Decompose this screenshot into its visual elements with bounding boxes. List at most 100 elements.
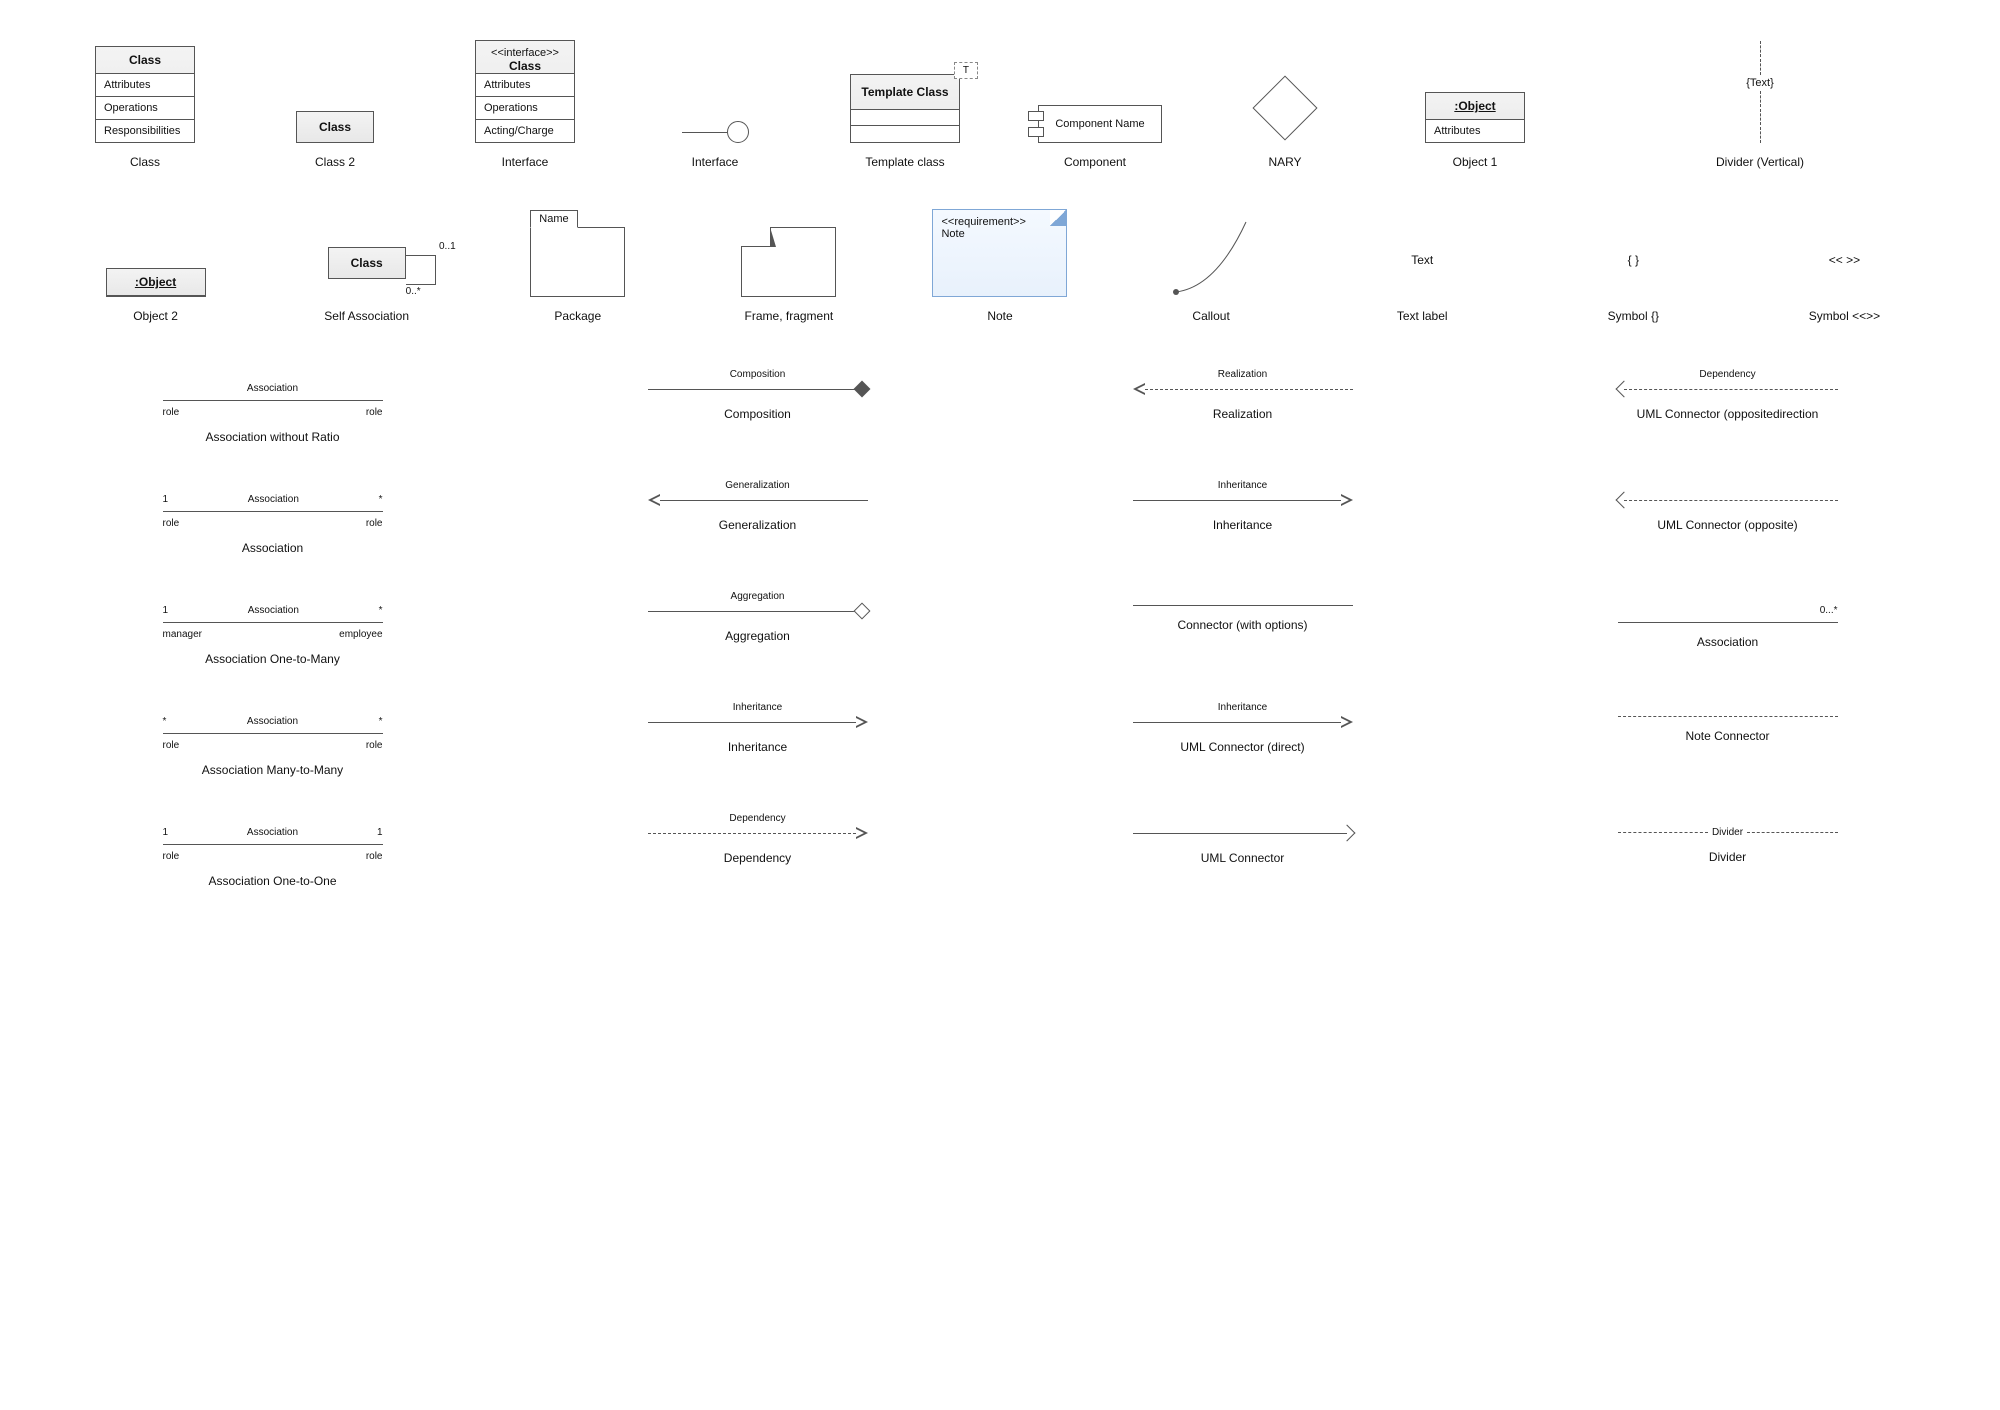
self-assoc-title: Class: [328, 247, 406, 279]
class2-title: Class: [296, 111, 374, 143]
template-param: T: [954, 62, 978, 79]
caption: Component: [1064, 155, 1126, 169]
template-title: Template Class: [851, 75, 959, 110]
uml-template-class[interactable]: Template Class T Template class: [820, 74, 990, 169]
class-row: Attributes: [96, 74, 194, 97]
uml-package[interactable]: Name Package: [482, 209, 673, 323]
connector-uml-connector-opposite-[interactable]: UML Connector (opposite): [1515, 494, 1940, 555]
caption: Inheritance: [728, 740, 787, 754]
connector-dependency[interactable]: DependencyDependency: [545, 827, 970, 888]
component-lug-icon: [1028, 111, 1044, 121]
caption: Divider: [1709, 850, 1746, 864]
connector-connector-with-options-[interactable]: Connector (with options): [1030, 605, 1455, 666]
caption: Association One-to-One: [208, 874, 336, 888]
object-row: Attributes: [1426, 120, 1524, 142]
caption: Realization: [1213, 407, 1272, 421]
lollipop-line: [682, 132, 727, 133]
caption: Symbol {}: [1608, 309, 1659, 323]
caption: Frame, fragment: [745, 309, 834, 323]
caption: Note: [987, 309, 1012, 323]
uml-note[interactable]: <<requirement>> Note Note: [904, 209, 1095, 323]
uml-text-label[interactable]: Text Text label: [1327, 253, 1518, 323]
note-stereo: <<requirement>>: [941, 216, 1058, 228]
caption: Association: [1697, 635, 1758, 649]
uml-symbol-angles[interactable]: << >> Symbol <<>>: [1749, 253, 1940, 323]
caption: Association One-to-Many: [205, 652, 340, 666]
uml-frame[interactable]: Frame, fragment: [693, 227, 884, 323]
uml-symbol-braces[interactable]: { } Symbol {}: [1538, 253, 1729, 323]
lollipop-circle-icon: [727, 121, 749, 143]
connector-association-without-ratio[interactable]: Association rolerole Association without…: [60, 383, 485, 444]
connector-inheritance[interactable]: InheritanceInheritance: [545, 716, 970, 777]
caption: Aggregation: [725, 629, 790, 643]
caption: Object 2: [133, 309, 178, 323]
uml-divider-vertical[interactable]: {Text} Divider (Vertical): [1580, 41, 1940, 169]
caption: Class 2: [315, 155, 355, 169]
connector-association[interactable]: 0...*Association: [1515, 605, 1940, 666]
caption: Association Many-to-Many: [202, 763, 343, 777]
component-name: Component Name: [1038, 105, 1161, 143]
interface-row: Operations: [476, 97, 574, 120]
class-row: Responsibilities: [96, 120, 194, 142]
connector-uml-connector[interactable]: UML Connector: [1030, 827, 1455, 888]
connector-aggregation[interactable]: AggregationAggregation: [545, 605, 970, 666]
connector-generalization[interactable]: GeneralizationGeneralization: [545, 494, 970, 555]
caption: Interface: [692, 155, 739, 169]
caption: Association without Ratio: [205, 430, 339, 444]
connector-inheritance[interactable]: InheritanceInheritance: [1030, 494, 1455, 555]
uml-object-2[interactable]: :Object Object 2: [60, 268, 251, 323]
uml-callout[interactable]: Callout: [1116, 217, 1307, 323]
package-tab: Name: [530, 210, 577, 228]
self-assoc-line-icon: [406, 255, 436, 285]
connector-uml-connector-oppositedirection[interactable]: DependencyUML Connector (oppositedirecti…: [1515, 383, 1940, 444]
object-title: :Object: [1426, 93, 1524, 120]
caption: Callout: [1192, 309, 1229, 323]
uml-self-association[interactable]: Class 0..1 0..* Self Association: [271, 247, 462, 323]
connector-divider[interactable]: DividerDivider: [1515, 827, 1940, 888]
uml-object-1[interactable]: :Object Attributes Object 1: [1390, 92, 1560, 169]
connector-composition[interactable]: CompositionComposition: [545, 383, 970, 444]
connector-association-one-to-one[interactable]: 1Association1 rolerole Association One-t…: [60, 827, 485, 888]
caption: NARY: [1268, 155, 1301, 169]
text-label: Text: [1411, 253, 1433, 267]
multiplicity: 0..*: [406, 286, 421, 297]
stereotype: <<interface>>: [486, 47, 564, 59]
class-title: Class: [96, 47, 194, 74]
symbol-braces: { }: [1628, 253, 1639, 267]
uml-interface-lollipop[interactable]: Interface: [630, 121, 800, 169]
symbol-angles: << >>: [1829, 253, 1860, 267]
nary-diamond-icon: [1252, 75, 1317, 140]
uml-class[interactable]: Class Attributes Operations Responsibili…: [60, 46, 230, 169]
uml-interface[interactable]: <<interface>> Class Attributes Operation…: [440, 40, 610, 169]
caption: Dependency: [724, 851, 791, 865]
caption: Association: [242, 541, 303, 555]
frame-tag-icon: [741, 227, 771, 247]
caption: Divider (Vertical): [1716, 155, 1804, 169]
caption: Class: [130, 155, 160, 169]
uml-nary[interactable]: NARY: [1200, 73, 1370, 169]
callout-curve-icon: [1166, 217, 1256, 297]
connector-association-one-to-many[interactable]: 1Association* manageremployee Associatio…: [60, 605, 485, 666]
caption: Note Connector: [1685, 729, 1769, 743]
caption: Composition: [724, 407, 791, 421]
interface-title: Class: [486, 59, 564, 73]
caption: Text label: [1397, 309, 1448, 323]
connector-association-many-to-many[interactable]: *Association* rolerole Association Many-…: [60, 716, 485, 777]
uml-class-2[interactable]: Class Class 2: [250, 111, 420, 169]
multiplicity: 0..1: [439, 241, 456, 252]
connector-realization[interactable]: RealizationRealization: [1030, 383, 1455, 444]
connector-note-connector[interactable]: Note Connector: [1515, 716, 1940, 777]
connector-uml-connector-direct-[interactable]: InheritanceUML Connector (direct): [1030, 716, 1455, 777]
caption: UML Connector (oppositedirection: [1637, 407, 1819, 421]
interface-row: Attributes: [476, 74, 574, 97]
connector-association[interactable]: 1Association* rolerole Association: [60, 494, 485, 555]
caption: Self Association: [324, 309, 409, 323]
caption: UML Connector (opposite): [1657, 518, 1797, 532]
divider-text: {Text}: [1746, 77, 1774, 89]
caption: Generalization: [719, 518, 796, 532]
interface-row: Acting/Charge: [476, 120, 574, 142]
note-fold-icon: [1050, 210, 1066, 226]
caption: Connector (with options): [1177, 618, 1307, 632]
uml-component[interactable]: Component Name Component: [1010, 105, 1180, 169]
caption: Interface: [502, 155, 549, 169]
